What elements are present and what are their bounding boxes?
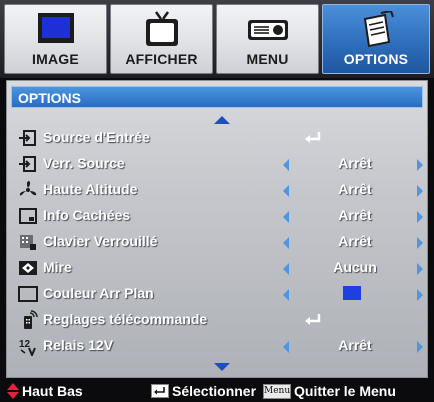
left-arrow-icon[interactable] (283, 341, 289, 353)
right-arrow-icon[interactable] (417, 185, 423, 197)
scroll-up-arrow-icon[interactable] (214, 116, 230, 124)
menu-key-icon: Menu (263, 384, 291, 399)
footer-hint-bar: Haut Bas Sélectionner Menu Quitter le Me… (0, 380, 434, 402)
tab-options[interactable]: OPTIONS (322, 4, 430, 74)
row-label: Reglages télécommande (43, 311, 208, 327)
menu-row-mire[interactable]: Mire Aucun (7, 255, 427, 281)
menu-row-relais-12v[interactable]: 12 Relais 12V Arrêt (7, 333, 427, 359)
right-arrow-icon[interactable] (417, 341, 423, 353)
fan-icon (19, 181, 37, 196)
keypad-lock-icon (20, 235, 36, 250)
left-arrow-icon[interactable] (283, 211, 289, 223)
row-label: Haute Altitude (43, 181, 138, 197)
right-arrow-icon[interactable] (417, 263, 423, 275)
menu-row-couleur-arr-plan[interactable]: Couleur Arr Plan (7, 281, 427, 307)
row-label: Relais 12V (43, 337, 114, 353)
scroll-down-arrow-icon[interactable] (214, 363, 230, 371)
panel-title: OPTIONS (18, 90, 82, 106)
row-value: Arrêt (338, 233, 372, 249)
options-panel: OPTIONS Source d'Entrée Verr. Source Arr… (6, 80, 428, 378)
remote-icon (24, 310, 38, 329)
menu-row-source-entree[interactable]: Source d'Entrée (7, 125, 427, 151)
tab-menu-label: MENU (246, 51, 289, 67)
tab-options-label: OPTIONS (343, 51, 409, 67)
footer-nav-label: Haut Bas (22, 383, 83, 399)
color-swatch (343, 286, 361, 300)
left-arrow-icon[interactable] (283, 237, 289, 249)
enter-key-icon (151, 384, 169, 398)
right-arrow-icon[interactable] (417, 211, 423, 223)
right-arrow-icon[interactable] (417, 237, 423, 249)
row-value: Arrêt (338, 155, 372, 171)
notepad-icon (363, 11, 394, 48)
osd-menu: IMAGE AFFICHER MENU OPTIONS OPTIONS Sour… (0, 0, 434, 402)
left-arrow-icon[interactable] (283, 185, 289, 197)
row-label: Source d'Entrée (43, 129, 150, 145)
left-arrow-icon[interactable] (283, 289, 289, 301)
hidden-info-icon (19, 208, 37, 224)
row-value: Arrêt (338, 207, 372, 223)
footer-select-label: Sélectionner (172, 383, 257, 399)
menu-row-reglages-telecommande[interactable]: Reglages télécommande (7, 307, 427, 333)
row-value: Arrêt (338, 181, 372, 197)
monitor-icon (37, 13, 74, 43)
background-color-icon (18, 286, 38, 302)
menu-row-info-cachees[interactable]: Info Cachées Arrêt (7, 203, 427, 229)
tab-menu[interactable]: MENU (216, 4, 319, 74)
input-source-icon (19, 130, 36, 146)
menu-row-verr-source[interactable]: Verr. Source Arrêt (7, 151, 427, 177)
source-lock-icon (19, 156, 36, 172)
panel-titlebar: OPTIONS (11, 86, 423, 108)
left-arrow-icon[interactable] (283, 263, 289, 275)
tab-image-label: IMAGE (32, 51, 79, 67)
projector-icon (247, 20, 288, 40)
right-arrow-icon[interactable] (417, 289, 423, 301)
enter-icon (305, 314, 321, 325)
relay-12v-icon: 12 (19, 339, 36, 356)
row-label: Clavier Verrouillé (43, 233, 158, 249)
tv-icon (145, 11, 178, 46)
row-label: Info Cachées (43, 207, 131, 223)
row-label: Couleur Arr Plan (43, 285, 154, 301)
row-label: Mire (43, 259, 72, 275)
row-label: Verr. Source (43, 155, 125, 171)
menu-row-clavier-verrouille[interactable]: Clavier Verrouillé Arrêt (7, 229, 427, 255)
left-arrow-icon[interactable] (283, 159, 289, 171)
row-value: Arrêt (338, 337, 372, 353)
test-pattern-icon (19, 261, 37, 275)
footer-quit-label: Quitter le Menu (294, 383, 396, 399)
tab-image[interactable]: IMAGE (4, 4, 107, 74)
row-value: Aucun (333, 259, 377, 275)
tab-afficher[interactable]: AFFICHER (110, 4, 213, 74)
menu-row-haute-altitude[interactable]: Haute Altitude Arrêt (7, 177, 427, 203)
tab-afficher-label: AFFICHER (125, 51, 198, 67)
up-down-arrow-icon (7, 383, 19, 399)
tab-bar: IMAGE AFFICHER MENU OPTIONS (0, 0, 434, 78)
enter-icon (305, 132, 321, 143)
right-arrow-icon[interactable] (417, 159, 423, 171)
